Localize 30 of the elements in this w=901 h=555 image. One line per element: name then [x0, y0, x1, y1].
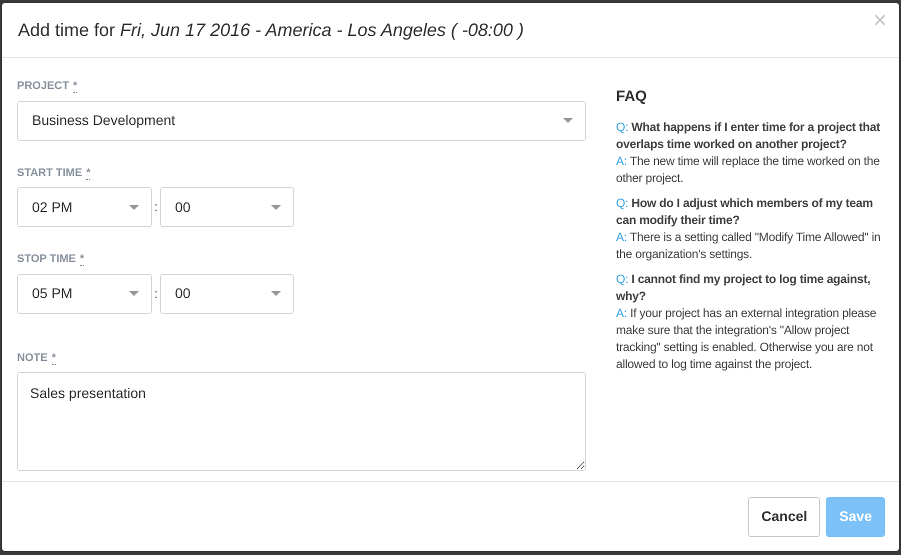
caret-icon [563, 118, 573, 123]
project-select[interactable]: Business Development [17, 100, 586, 140]
time-separator: : [153, 284, 159, 303]
faq-question: Q: How do I adjust which members of my team can modify their time? [616, 194, 874, 228]
minute-select[interactable]: 00 [160, 274, 294, 314]
dialog-title: Add time for Fri, Jun 17 2016 - America - Los Angeles ( -08:00 ) [18, 18, 524, 42]
note-label: NOTE [17, 350, 48, 366]
required-mark: * [86, 166, 90, 180]
project-label: PROJECT [17, 79, 69, 94]
note-field[interactable]: Sales presentation [17, 372, 586, 471]
caret-icon [271, 291, 281, 296]
hour-select[interactable]: 05 PM [17, 274, 152, 314]
cancel-button[interactable]: Cancel [748, 496, 820, 536]
faq-title: FAQ [616, 87, 648, 107]
hour-select[interactable]: 02 PM [17, 187, 152, 227]
caret-icon [129, 291, 139, 296]
stop-time-label: STOP TIME [17, 252, 76, 267]
caret-icon [271, 204, 281, 210]
faq-question: Q: What happens if I enter time for a project that overlaps time worked on another project? [616, 118, 882, 152]
faq-question: Q: I cannot find my project to log time against, why? [616, 270, 872, 304]
required-mark: * [72, 80, 78, 93]
caret-icon [129, 204, 139, 210]
minute-select[interactable]: 00 [160, 187, 294, 227]
required-mark: * [80, 253, 84, 266]
faq-answer: A: If your project has an external integration please make sure that the integration's "Allow project tracking" setting is enabled. Otherwise you are not allowed to log time against the project. [616, 304, 878, 372]
faq-answer: A: The new time will replace the time worked on the other project. [616, 152, 881, 186]
faq-answer: A: There is a setting called "Modify Time Allowed" in the organization's settings. [616, 228, 882, 262]
time-separator: : [153, 198, 159, 216]
required-mark: * [52, 352, 56, 364]
start-time-label: START TIME [17, 166, 82, 180]
